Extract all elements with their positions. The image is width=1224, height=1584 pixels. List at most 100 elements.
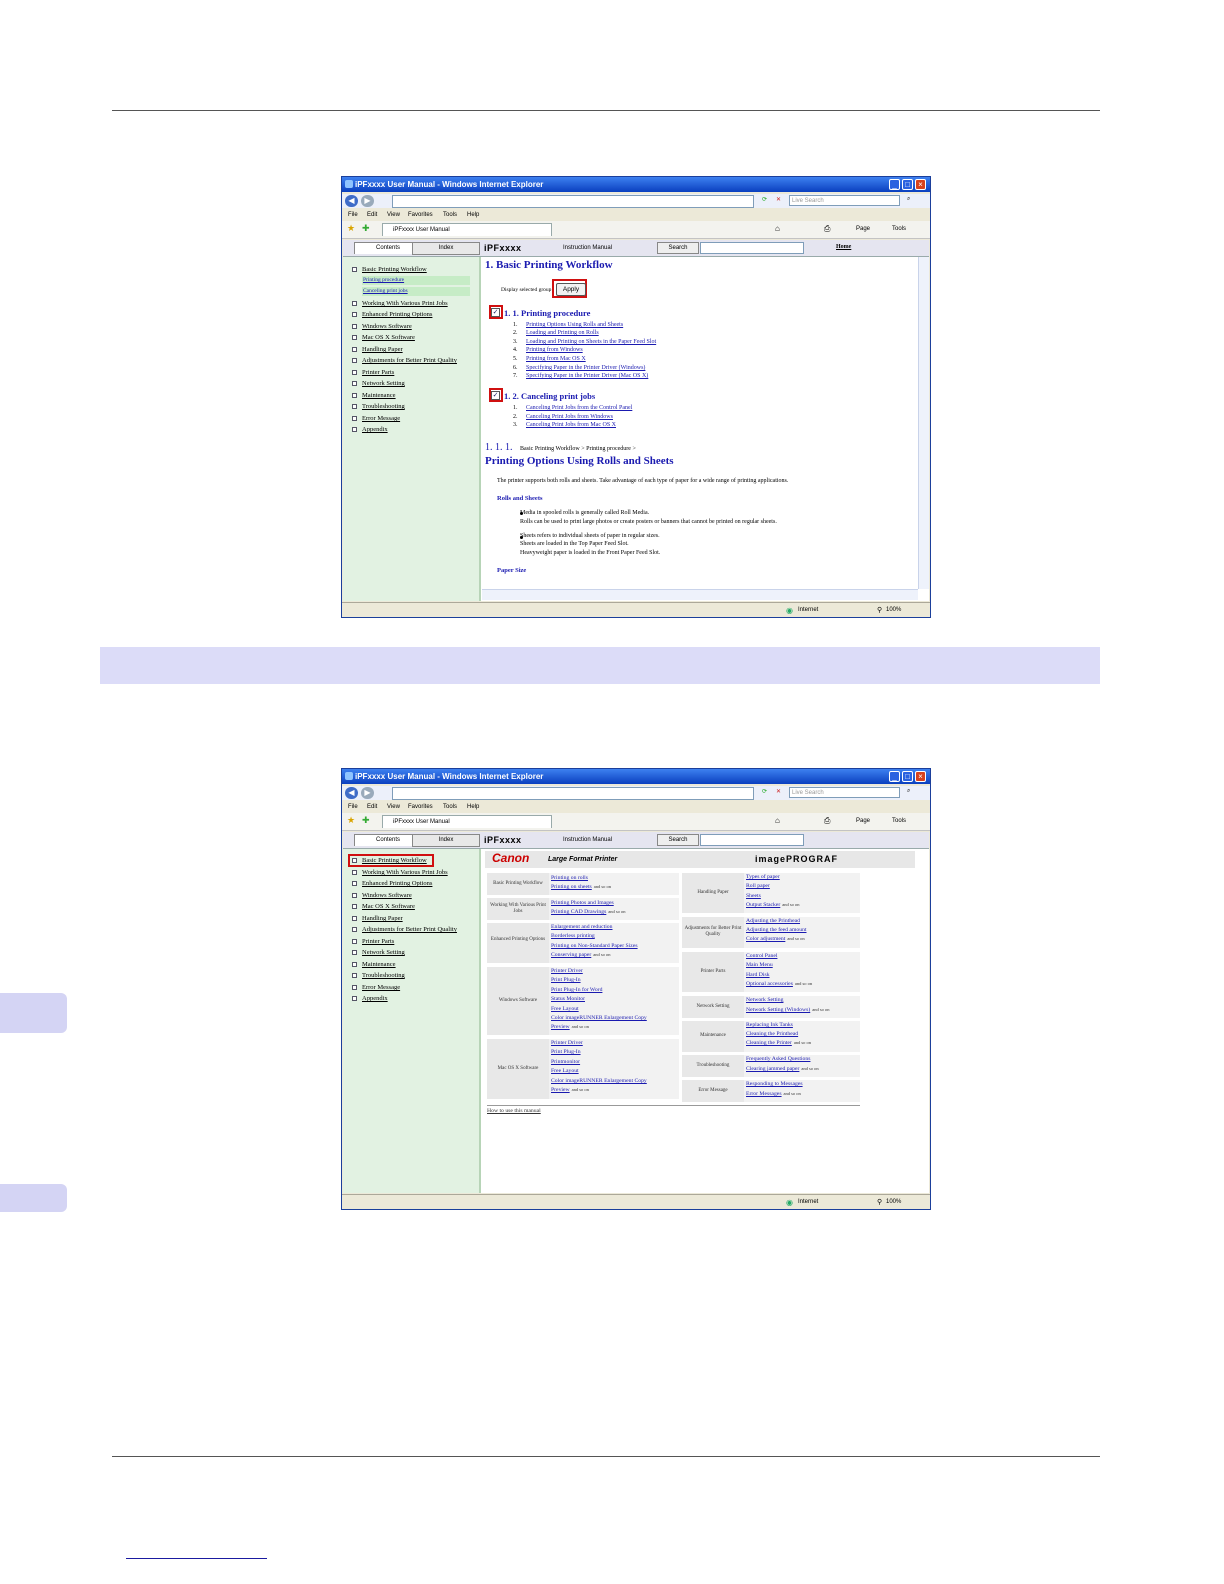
expand-icon[interactable] (352, 858, 357, 863)
topic-link[interactable]: Specifying Paper in the Printer Driver (… (526, 365, 645, 371)
browser-tab[interactable]: iPFxxxx User Manual (382, 223, 552, 236)
topic-link[interactable]: Enlargement and reduction (551, 924, 613, 930)
sidebar-item-troubleshooting[interactable]: Troubleshooting (362, 972, 405, 979)
menu-edit[interactable]: Edit (367, 804, 377, 810)
sidebar-item-appendix[interactable]: Appendix (362, 426, 388, 433)
sidebar-item-troubleshooting[interactable]: Troubleshooting (362, 403, 405, 410)
topic-link[interactable]: Preview and so on (551, 1024, 589, 1030)
topic-link[interactable]: Clearing jammed paper and so on (746, 1066, 819, 1072)
search-input[interactable] (700, 242, 804, 254)
expand-icon[interactable] (352, 312, 357, 317)
topic-link[interactable]: Print Plug-In (551, 1049, 581, 1055)
back-icon[interactable]: ◀ (345, 195, 358, 207)
tools-menu[interactable]: Tools (892, 226, 906, 232)
maximize-icon[interactable]: □ (902, 179, 913, 190)
live-search-input[interactable]: Live Search (789, 195, 900, 206)
topic-link-text[interactable]: Conserving paper (551, 952, 591, 958)
menu-tools[interactable]: Tools (443, 804, 457, 810)
topic-link[interactable]: Output Stacker and so on (746, 902, 800, 908)
topic-link[interactable]: Printing on sheets and so on (551, 884, 611, 890)
menu-help[interactable]: Help (467, 804, 479, 810)
sidebar-item-error[interactable]: Error Message (362, 984, 400, 991)
maximize-icon[interactable]: □ (902, 771, 913, 782)
expand-icon[interactable] (352, 381, 357, 386)
sidebar-item-basic-printing[interactable]: Basic Printing Workflow (362, 857, 427, 864)
topic-link[interactable]: Preview and so on (551, 1087, 589, 1093)
sidebar-item-adjustments[interactable]: Adjustments for Better Print Quality (362, 926, 457, 933)
page-menu[interactable]: Page (856, 226, 870, 232)
topic-link-text[interactable]: Optional accessories (746, 981, 793, 987)
topic-link[interactable]: Printmonitor (551, 1059, 580, 1065)
expand-icon[interactable] (352, 335, 357, 340)
topic-link[interactable]: Sheets (746, 893, 761, 899)
topic-link[interactable]: Conserving paper and so on (551, 952, 611, 958)
topic-link[interactable]: Optional accessories and so on (746, 981, 812, 987)
search-button[interactable]: Search (657, 834, 699, 846)
apply-button[interactable]: Apply (556, 283, 586, 296)
minimize-icon[interactable]: _ (889, 179, 900, 190)
topic-link-text[interactable]: Printing CAD Drawings (551, 909, 606, 915)
expand-icon[interactable] (352, 370, 357, 375)
topic-link[interactable]: Printing CAD Drawings and so on (551, 909, 626, 915)
favorites-star-icon[interactable]: ★ (347, 223, 355, 234)
topic-link-text[interactable]: Network Setting (Windows) (746, 1007, 810, 1013)
sidebar-item-enhanced[interactable]: Enhanced Printing Options (362, 880, 432, 887)
stop-icon[interactable]: ✕ (776, 788, 781, 795)
back-icon[interactable]: ◀ (345, 787, 358, 799)
forward-icon[interactable]: ▶ (361, 787, 374, 799)
menu-view[interactable]: View (387, 212, 400, 218)
search-icon[interactable]: ⌕ (907, 788, 910, 795)
topic-link[interactable]: Free Layout (551, 1068, 579, 1074)
expand-icon[interactable] (352, 962, 357, 967)
menu-file[interactable]: File (348, 804, 358, 810)
topic-link-text[interactable]: Color adjustment (746, 936, 785, 942)
expand-icon[interactable] (352, 939, 357, 944)
sidebar-item-parts[interactable]: Printer Parts (362, 369, 394, 376)
zoom-icon[interactable]: ⚲ (877, 606, 882, 614)
sidebar-item-maintenance[interactable]: Maintenance (362, 392, 396, 399)
home-icon[interactable]: ⌂ (775, 816, 780, 825)
expand-icon[interactable] (352, 985, 357, 990)
search-input[interactable] (700, 834, 804, 846)
expand-icon[interactable] (352, 927, 357, 932)
url-input[interactable] (392, 195, 754, 208)
sidebar-item-basic-printing[interactable]: Basic Printing Workflow (362, 266, 427, 273)
topic-link[interactable]: Loading and Printing on Sheets in the Pa… (526, 339, 656, 345)
minimize-icon[interactable]: _ (889, 771, 900, 782)
sidebar-item-paper[interactable]: Handling Paper (362, 346, 403, 353)
sidebar-subitem-printing-procedure[interactable]: Printing procedure (362, 276, 470, 285)
print-icon[interactable]: ⎙ (824, 224, 830, 234)
topic-link[interactable]: Cleaning the Printhead (746, 1031, 798, 1037)
menu-help[interactable]: Help (467, 212, 479, 218)
topic-link-text[interactable]: Clearing jammed paper (746, 1066, 799, 1072)
search-button[interactable]: Search (657, 242, 699, 254)
search-icon[interactable]: ⌕ (907, 196, 910, 203)
topic-link-text[interactable]: Output Stacker (746, 902, 780, 908)
topic-link[interactable]: Loading and Printing on Rolls (526, 330, 599, 336)
topic-link[interactable]: Adjusting the Printhead (746, 918, 800, 924)
topic-link-text[interactable]: Preview (551, 1024, 570, 1030)
expand-icon[interactable] (352, 973, 357, 978)
expand-icon[interactable] (352, 904, 357, 909)
expand-icon[interactable] (352, 393, 357, 398)
topic-link[interactable]: Print Plug-In (551, 977, 581, 983)
tab-index[interactable]: Index (412, 834, 480, 847)
topic-link[interactable]: Borderless printing (551, 933, 595, 939)
topic-link[interactable]: Printing on Non-Standard Paper Sizes (551, 943, 638, 949)
topic-link[interactable]: Main Menu (746, 962, 773, 968)
refresh-icon[interactable]: ⟳ (762, 196, 767, 203)
sidebar-item-mac[interactable]: Mac OS X Software (362, 334, 415, 341)
topic-link-text[interactable]: Printing on sheets (551, 884, 592, 890)
topic-link[interactable]: Frequently Asked Questions (746, 1056, 810, 1062)
menu-favorites[interactable]: Favorites (408, 804, 433, 810)
expand-icon[interactable] (352, 301, 357, 306)
sidebar-item-paper[interactable]: Handling Paper (362, 915, 403, 922)
menu-file[interactable]: File (348, 212, 358, 218)
sidebar-item-appendix[interactable]: Appendix (362, 995, 388, 1002)
zoom-level[interactable]: 100% (886, 607, 901, 613)
sidebar-item-various-jobs[interactable]: Working With Various Print Jobs (362, 869, 448, 876)
topic-link[interactable]: Printer Driver (551, 968, 583, 974)
sidebar-item-various-jobs[interactable]: Working With Various Print Jobs (362, 300, 448, 307)
menu-edit[interactable]: Edit (367, 212, 377, 218)
browser-tab[interactable]: iPFxxxx User Manual (382, 815, 552, 828)
